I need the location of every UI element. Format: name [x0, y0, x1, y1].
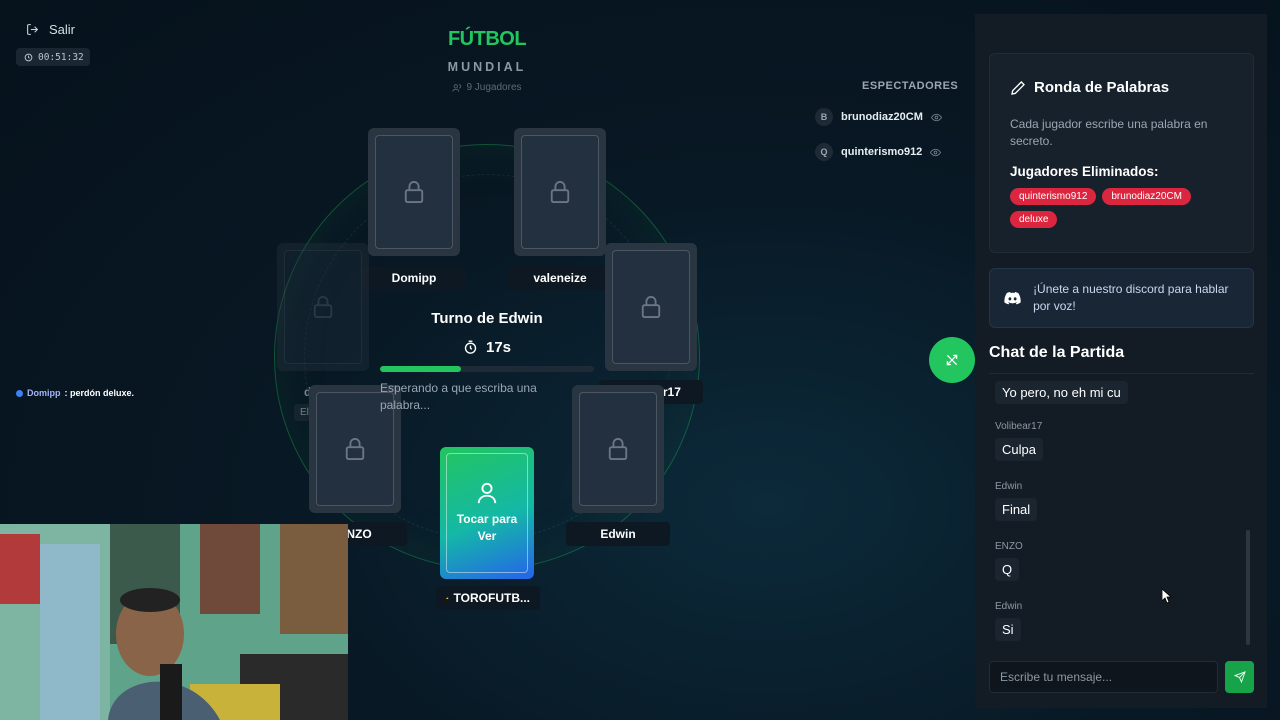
spectators-title: ESPECTADORES	[862, 80, 959, 92]
chat-message: Yo pero, no eh mi cu	[995, 381, 1128, 404]
elapsed-timer: 00:51:32	[16, 48, 90, 66]
pencil-icon	[1011, 80, 1025, 95]
player-name-valeneize: valeneize	[508, 266, 612, 290]
chat-message-author: Edwin	[995, 481, 1023, 492]
chat-message-author: Edwin	[995, 601, 1023, 612]
player-name-domipp: Domipp	[362, 266, 466, 290]
clock-icon	[24, 53, 33, 61]
player-card-domipp[interactable]	[368, 128, 460, 256]
turn-title: Turno de Edwin	[431, 310, 543, 327]
overlay-author: Domipp	[27, 388, 61, 398]
eye-icon	[930, 148, 942, 156]
lock-icon	[313, 296, 333, 318]
spectator-item: B brunodiaz20CM	[815, 108, 942, 126]
turn-progress-bar	[380, 366, 594, 372]
mouse-cursor-icon	[1162, 589, 1172, 604]
lock-icon	[404, 181, 424, 203]
host-name: TOROFUTB...	[453, 591, 530, 605]
game-title: FÚTBOL	[447, 28, 527, 50]
round-description: Cada jugador escribe una palabra en secr…	[1010, 117, 1208, 148]
chat-message-author: ENZO	[995, 541, 1023, 552]
round-title: Ronda de Palabras	[1010, 79, 1233, 96]
chat-input[interactable]	[989, 661, 1218, 693]
eliminated-players-list: quinterismo912 brunodiaz20CM deluxe	[1010, 188, 1230, 228]
chat-message-author: Volibear17	[995, 421, 1043, 432]
swap-action-button[interactable]	[929, 337, 975, 383]
spectator-name: quinterismo912	[841, 146, 923, 158]
player-count: 9 Jugadores	[420, 82, 554, 93]
overlay-dot-icon	[16, 389, 23, 397]
send-button[interactable]	[1225, 661, 1254, 693]
swords-icon	[946, 354, 958, 366]
users-icon	[452, 83, 462, 92]
chat-title: Chat de la Partida	[989, 344, 1125, 361]
eliminated-players-title: Jugadores Eliminados:	[1010, 164, 1159, 179]
discord-banner[interactable]: ¡Únete a nuestro discord para hablar por…	[989, 268, 1254, 328]
overlay-chat-message: Domipp : perdón deluxe.	[16, 388, 134, 398]
chat-message: Edwin Si	[995, 601, 1022, 641]
spectator-name: brunodiaz20CM	[841, 111, 923, 123]
chat-message-text: Culpa	[995, 438, 1043, 461]
turn-timer: 17s	[380, 339, 594, 356]
chat-message: Edwin Final	[995, 481, 1038, 521]
crown-icon	[446, 597, 449, 599]
exit-icon	[27, 24, 39, 35]
chat-message-text: Q	[995, 558, 1020, 581]
chat-messages: Yo pero, no eh mi cu Volibear17 Culpa Ed…	[989, 373, 1254, 645]
chat-message: ENZO Q	[995, 541, 1023, 581]
eliminated-player-pill: deluxe	[1010, 211, 1058, 228]
chat-message-text: Yo pero, no eh mi cu	[995, 381, 1128, 404]
avatar: Q	[815, 143, 833, 161]
game-subtitle: MUNDIAL	[447, 60, 527, 74]
exit-button[interactable]: Salir	[26, 22, 75, 37]
eliminated-player-pill: quinterismo912	[1010, 188, 1097, 205]
stopwatch-icon	[464, 340, 477, 354]
webcam-image	[0, 524, 348, 720]
chat-message-text: Si	[995, 618, 1021, 641]
send-icon	[1233, 671, 1246, 683]
turn-progress-fill	[380, 366, 462, 372]
waiting-message: Esperando a que escriba una palabra...	[380, 381, 537, 412]
eliminated-player-pill: brunodiaz20CM	[1102, 188, 1191, 205]
chat-message-text: Final	[995, 498, 1038, 521]
player-card-deluxe[interactable]	[277, 243, 369, 371]
player-name-edwin: Edwin	[566, 522, 670, 546]
elapsed-value: 00:51:32	[38, 51, 84, 63]
chat-scrollbar[interactable]	[1246, 530, 1250, 645]
avatar: B	[815, 108, 833, 126]
discord-text: ¡Únete a nuestro discord para hablar por…	[1033, 282, 1229, 313]
discord-icon	[1004, 292, 1021, 305]
player-card-valeneize[interactable]	[514, 128, 606, 256]
player-card-edwin[interactable]	[572, 385, 664, 513]
lock-icon	[641, 296, 661, 318]
round-title-label: Ronda de Palabras	[1034, 79, 1170, 96]
lock-icon	[608, 438, 628, 460]
exit-label: Salir	[49, 22, 76, 37]
overlay-text: : perdón deluxe.	[64, 388, 135, 398]
turn-time-left: 17s	[485, 339, 512, 356]
user-icon	[477, 482, 497, 504]
reveal-card-label: Tocar para Ver	[456, 512, 518, 543]
reveal-card-button[interactable]: Tocar para Ver	[440, 447, 534, 579]
lock-icon	[550, 181, 570, 203]
chat-message: Volibear17 Culpa	[995, 421, 1043, 461]
eye-icon	[930, 113, 942, 121]
lock-icon	[345, 438, 365, 460]
round-info-card: Ronda de Palabras Cada jugador escribe u…	[989, 53, 1254, 253]
player-name-host: TOROFUTB...	[436, 586, 540, 610]
player-card-volibear17[interactable]	[605, 243, 697, 371]
webcam-overlay	[0, 524, 348, 720]
spectator-item: Q quinterismo912	[815, 143, 942, 161]
player-count-label: 9 Jugadores	[466, 82, 522, 93]
